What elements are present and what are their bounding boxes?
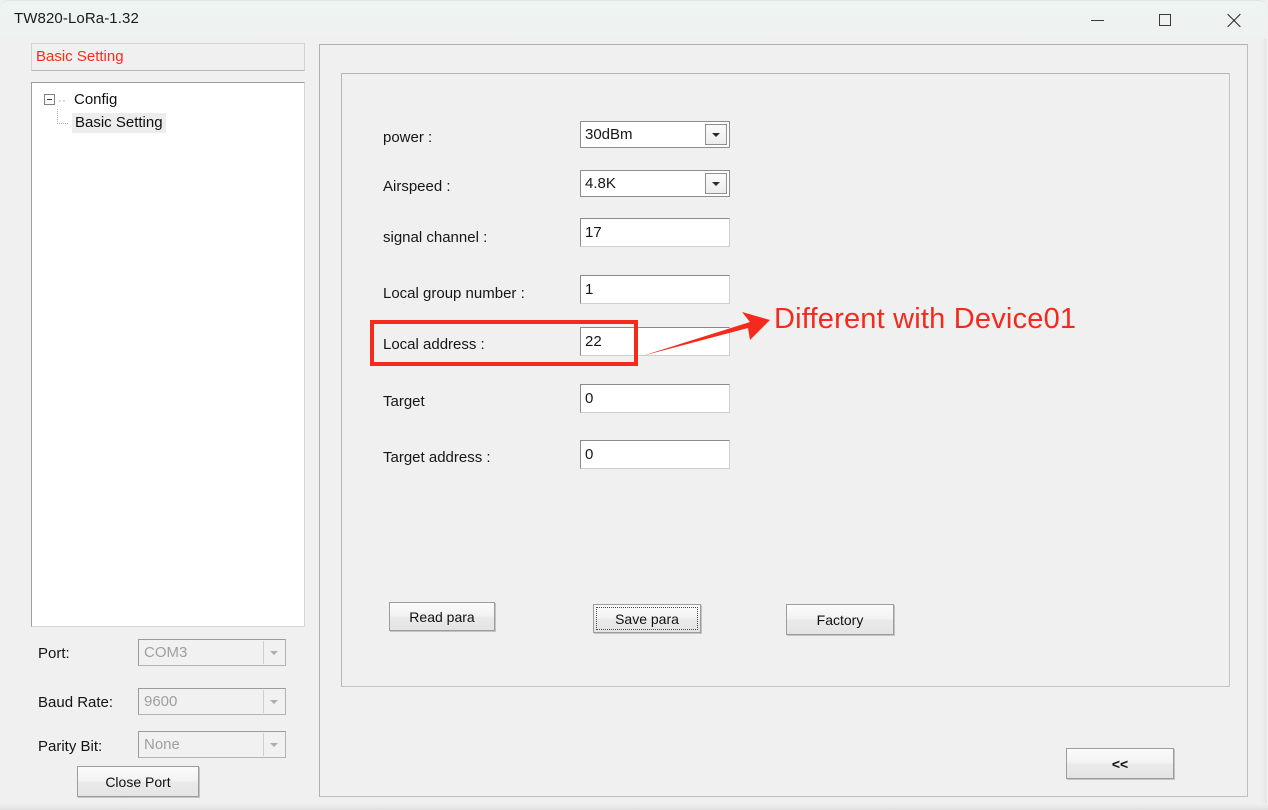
signal-channel-input[interactable]: 17 [580,218,730,247]
tree-item-config[interactable]: ·· Config [32,88,304,111]
port-select-dropdown-button[interactable] [263,641,284,664]
tree-item-basic-setting[interactable]: Basic Setting [32,111,304,134]
signal-channel-value: 17 [585,224,602,241]
chevron-down-icon [270,651,278,655]
airspeed-select[interactable]: 4.8K [580,170,730,197]
close-icon [1226,13,1241,28]
sidebar-header-label: Basic Setting [36,48,124,65]
minimize-button[interactable] [1074,1,1120,39]
baud-rate-row: Baud Rate: [38,688,113,716]
local-address-value: 22 [585,333,602,350]
airspeed-label: Airspeed : [383,178,451,195]
local-group-number-value: 1 [585,281,593,298]
target-input[interactable]: 0 [580,384,730,413]
power-select-dropdown-button[interactable] [705,124,727,145]
local-group-number-input[interactable]: 1 [580,275,730,304]
port-select-value: COM3 [144,644,187,661]
tree-elbow-icon [57,109,68,124]
baud-rate-label: Baud Rate: [38,694,113,711]
chevron-down-icon [712,182,720,186]
sidebar-header-box: Basic Setting [31,43,305,71]
local-group-number-label: Local group number : [383,285,525,302]
power-label: power : [383,129,432,146]
signal-channel-label: signal channel : [383,229,487,246]
minimize-icon [1091,20,1104,21]
collapse-expander-icon[interactable] [44,94,55,105]
collapse-button[interactable]: << [1066,748,1174,779]
airspeed-select-dropdown-button[interactable] [705,173,727,194]
parity-bit-select-dropdown-button[interactable] [263,733,284,756]
target-label: Target [383,393,425,410]
window-frame: TW820-LoRa-1.32 Basic Setting ·· [0,0,1268,810]
baud-rate-select[interactable]: 9600 [138,688,286,715]
parity-bit-select-value: None [144,736,180,753]
baud-rate-select-value: 9600 [144,693,177,710]
close-port-button[interactable]: Close Port [77,766,199,797]
target-address-value: 0 [585,446,593,463]
tree-item-label: Config [72,91,119,108]
port-label: Port: [38,645,70,662]
power-select-value: 30dBm [585,126,633,143]
baud-rate-select-dropdown-button[interactable] [263,690,284,713]
target-address-label: Target address : [383,449,491,466]
read-para-button[interactable]: Read para [389,602,495,631]
local-address-input[interactable]: 22 [580,327,730,356]
window-bottom-edge [0,803,1268,810]
maximize-button[interactable] [1142,1,1188,39]
port-select[interactable]: COM3 [138,639,286,666]
target-value: 0 [585,390,593,407]
settings-group-box [341,73,1230,687]
chevron-down-icon [270,700,278,704]
annotation-text: Different with Device01 [774,303,1076,336]
parity-bit-select[interactable]: None [138,731,286,758]
target-address-input[interactable]: 0 [580,440,730,469]
application-window: TW820-LoRa-1.32 Basic Setting ·· [0,0,1268,810]
maximize-icon [1159,14,1171,26]
tree-item-label: Basic Setting [72,113,166,133]
parity-bit-label: Parity Bit: [38,738,102,755]
port-row: Port: [38,639,70,667]
factory-button[interactable]: Factory [786,604,894,635]
airspeed-select-value: 4.8K [585,175,616,192]
power-select[interactable]: 30dBm [580,121,730,148]
tree-connector-icon: ·· [58,93,70,107]
window-right-edge [1260,39,1268,810]
chevron-down-icon [712,133,720,137]
close-button[interactable] [1210,1,1256,39]
save-para-button[interactable]: Save para [593,604,701,633]
title-bar: TW820-LoRa-1.32 [0,0,1268,39]
local-address-label: Local address : [383,336,485,353]
config-tree-panel[interactable]: ·· Config Basic Setting [31,82,305,627]
parity-bit-row: Parity Bit: [38,732,102,760]
chevron-down-icon [270,743,278,747]
window-title: TW820-LoRa-1.32 [14,10,139,27]
